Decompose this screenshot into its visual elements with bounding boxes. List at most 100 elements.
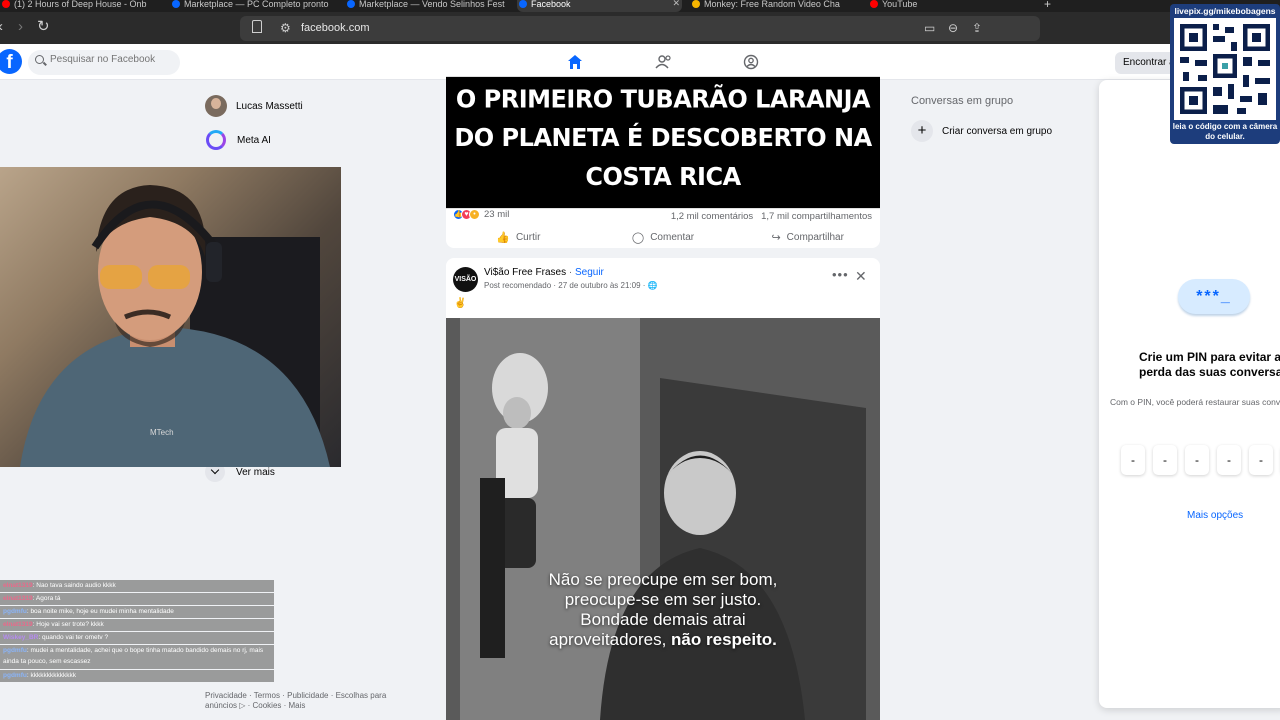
feed-post: VISÃO FREE Vi$ão Free Frases · Seguir Po… xyxy=(446,258,880,720)
groups-icon xyxy=(743,54,759,70)
sidebar-item-meta-ai[interactable]: Meta AI xyxy=(205,127,271,153)
more-options-icon[interactable]: ••• xyxy=(832,268,849,281)
sidebar-item-label: Ver mais xyxy=(236,466,275,478)
browser-tab[interactable]: Marketplace — Vendo Selinhos Fest xyxy=(345,0,515,12)
pin-digit-input[interactable]: - xyxy=(1153,445,1177,475)
cast-icon[interactable]: ▭ xyxy=(924,21,935,35)
tab-home[interactable] xyxy=(535,44,615,80)
monkey-favicon-icon xyxy=(692,0,700,8)
webcam-overlay: MTech xyxy=(0,167,341,467)
post-text: ✌️ xyxy=(454,298,467,309)
pin-illustration: ***_ xyxy=(1178,279,1250,314)
comments-count[interactable]: 1,2 mil comentários xyxy=(671,211,753,222)
footer-links[interactable]: Privacidade · Termos · Publicidade · Esc… xyxy=(205,691,405,711)
bookmark-icon[interactable] xyxy=(252,20,262,33)
sidebar-item-label: Lucas Massetti xyxy=(236,100,303,112)
chat-message: elnat1319: Agora tá xyxy=(0,593,274,605)
chat-message: pgdmfu: kkkkkkkkkkkkkk xyxy=(0,670,274,682)
reload-icon[interactable]: ↻ xyxy=(37,18,50,36)
photo-content: Não se preocupe em ser bom, preocupe-se … xyxy=(460,318,866,720)
pin-digit-input[interactable]: - xyxy=(1217,445,1241,475)
reactions-count: 23 mil xyxy=(484,209,510,220)
pin-input-group: - - - - - - xyxy=(1121,445,1280,475)
facebook-header: f Encontrar amigos xyxy=(0,44,1280,80)
more-options-link[interactable]: Mais opções xyxy=(1187,510,1243,521)
youtube-favicon-icon xyxy=(870,0,878,8)
post-actions: 👍 Curtir ◯ Comentar ↪ Compartilhar xyxy=(446,226,880,248)
share-icon[interactable]: ⇪ xyxy=(972,21,982,35)
group-chats-heading: Conversas em grupo xyxy=(911,95,1014,107)
page-avatar[interactable]: VISÃO FREE xyxy=(453,267,478,308)
pin-description: Com o PIN, você poderá restaurar suas co… xyxy=(1110,397,1280,407)
pin-digit-input[interactable]: - xyxy=(1185,445,1209,475)
facebook-logo[interactable]: f xyxy=(0,49,22,74)
search-box[interactable] xyxy=(28,50,180,75)
qr-caption: leia o código com a câmera do celular. xyxy=(1172,122,1278,141)
like-button[interactable]: 👍 Curtir xyxy=(446,226,591,248)
browser-tab[interactable]: YouTube xyxy=(868,0,1018,12)
chat-message: elnat1319: Hoje vai ser trote? kkkk xyxy=(0,619,274,631)
youtube-favicon-icon xyxy=(2,0,10,8)
post-header: Vi$ão Free Frases · Seguir xyxy=(484,267,604,278)
home-icon xyxy=(568,55,582,69)
browser-tab[interactable]: (1) 2 Hours of Deep House - Onb xyxy=(0,0,170,12)
forward-arrow-icon[interactable]: › xyxy=(18,18,23,36)
post-image-headline[interactable]: O PRIMEIRO TUBARÃO LARANJA DO PLANETA É … xyxy=(446,76,880,209)
post-photo[interactable]: Não se preocupe em ser bom, preocupe-se … xyxy=(446,318,880,720)
stream-chat-overlay: elnat1319: Nao tava saindo audio kkkk el… xyxy=(0,580,274,683)
tab-groups[interactable] xyxy=(711,44,791,80)
browser-tab-strip: (1) 2 Hours of Deep House - Onb Marketpl… xyxy=(0,0,1280,12)
tab-friends[interactable] xyxy=(623,44,703,80)
create-group-chat-button[interactable]: + Criar conversa em grupo xyxy=(911,120,1052,142)
pin-title: Crie um PIN para evitar a perda das suas… xyxy=(1139,350,1280,379)
close-tab-icon[interactable]: ✕ xyxy=(672,0,680,8)
plus-icon: + xyxy=(911,120,933,142)
post-stats: 1,2 mil comentários 1,7 mil compartilham… xyxy=(671,211,872,222)
meta-ai-icon xyxy=(206,130,226,150)
livepix-qr-overlay: livepix.gg/mikebobagens leia o código co… xyxy=(1170,4,1280,144)
back-arrow-icon[interactable]: ‹ xyxy=(0,18,3,36)
chat-message: pgdmfu: mudei a mentalidade, achei que o… xyxy=(0,645,274,669)
pin-digit-input[interactable]: - xyxy=(1249,445,1273,475)
browser-tab[interactable]: Marketplace — PC Completo pronto xyxy=(170,0,345,12)
share-button[interactable]: ↪ Compartilhar xyxy=(735,226,880,248)
address-bar[interactable]: ⚙ facebook.com ▭ ⊖ ⇪ xyxy=(240,16,1272,41)
chat-message: Wiskey_BR: quando vai ter ometv ? xyxy=(0,632,274,644)
browser-tab-active[interactable]: Facebook ✕ xyxy=(517,0,682,12)
sidebar-item-label: Meta AI xyxy=(237,134,271,146)
zoom-icon[interactable]: ⊖ xyxy=(948,21,958,35)
site-settings-icon[interactable]: ⚙ xyxy=(280,21,291,35)
search-input[interactable] xyxy=(50,54,175,65)
pin-digit-input[interactable]: - xyxy=(1121,445,1145,475)
follow-button[interactable]: Seguir xyxy=(575,267,604,278)
comment-button[interactable]: ◯ Comentar xyxy=(591,226,736,248)
children-photo-image xyxy=(460,318,866,720)
qr-code-image xyxy=(1174,18,1276,120)
url-text[interactable]: facebook.com xyxy=(301,22,369,34)
page-name-link[interactable]: Vi$ão Free Frases xyxy=(484,267,566,278)
search-icon xyxy=(35,55,44,64)
comment-icon: ◯ xyxy=(631,231,645,244)
new-tab-button[interactable]: + xyxy=(1044,0,1051,11)
sidebar-item-profile[interactable]: Lucas Massetti xyxy=(205,93,303,119)
browser-toolbar: ‹ › ↻ ⚙ facebook.com ▭ ⊖ ⇪ xyxy=(0,12,1280,44)
wow-reaction-icon: • xyxy=(469,209,480,220)
avatar xyxy=(205,95,227,117)
friends-icon xyxy=(655,55,671,69)
share-arrow-icon: ↪ xyxy=(771,231,781,244)
photo-quote-text: Não se preocupe em ser bom, preocupe-se … xyxy=(548,570,778,649)
chat-message: elnat1319: Nao tava saindo audio kkkk xyxy=(0,580,274,592)
facebook-favicon-icon xyxy=(519,0,527,8)
streamer-webcam-image: MTech xyxy=(20,185,330,467)
thumbs-up-icon: 👍 xyxy=(496,231,510,244)
separator: · xyxy=(566,267,575,278)
chat-message: pgdmfu: boa noite mike, hoje eu mudei mi… xyxy=(0,606,274,618)
shares-count[interactable]: 1,7 mil compartilhamentos xyxy=(761,211,872,222)
facebook-favicon-icon xyxy=(347,0,355,8)
messenger-pin-panel: ***_ Crie um PIN para evitar a perda das… xyxy=(1099,80,1280,708)
browser-tab[interactable]: Monkey: Free Random Video Cha xyxy=(690,0,858,12)
feed-post: O PRIMEIRO TUBARÃO LARANJA DO PLANETA É … xyxy=(446,76,880,248)
close-icon[interactable]: ✕ xyxy=(855,269,867,283)
reactions-summary[interactable]: 👍 ♥ • 23 mil xyxy=(453,209,509,220)
qr-url: livepix.gg/mikebobagens xyxy=(1174,6,1276,16)
